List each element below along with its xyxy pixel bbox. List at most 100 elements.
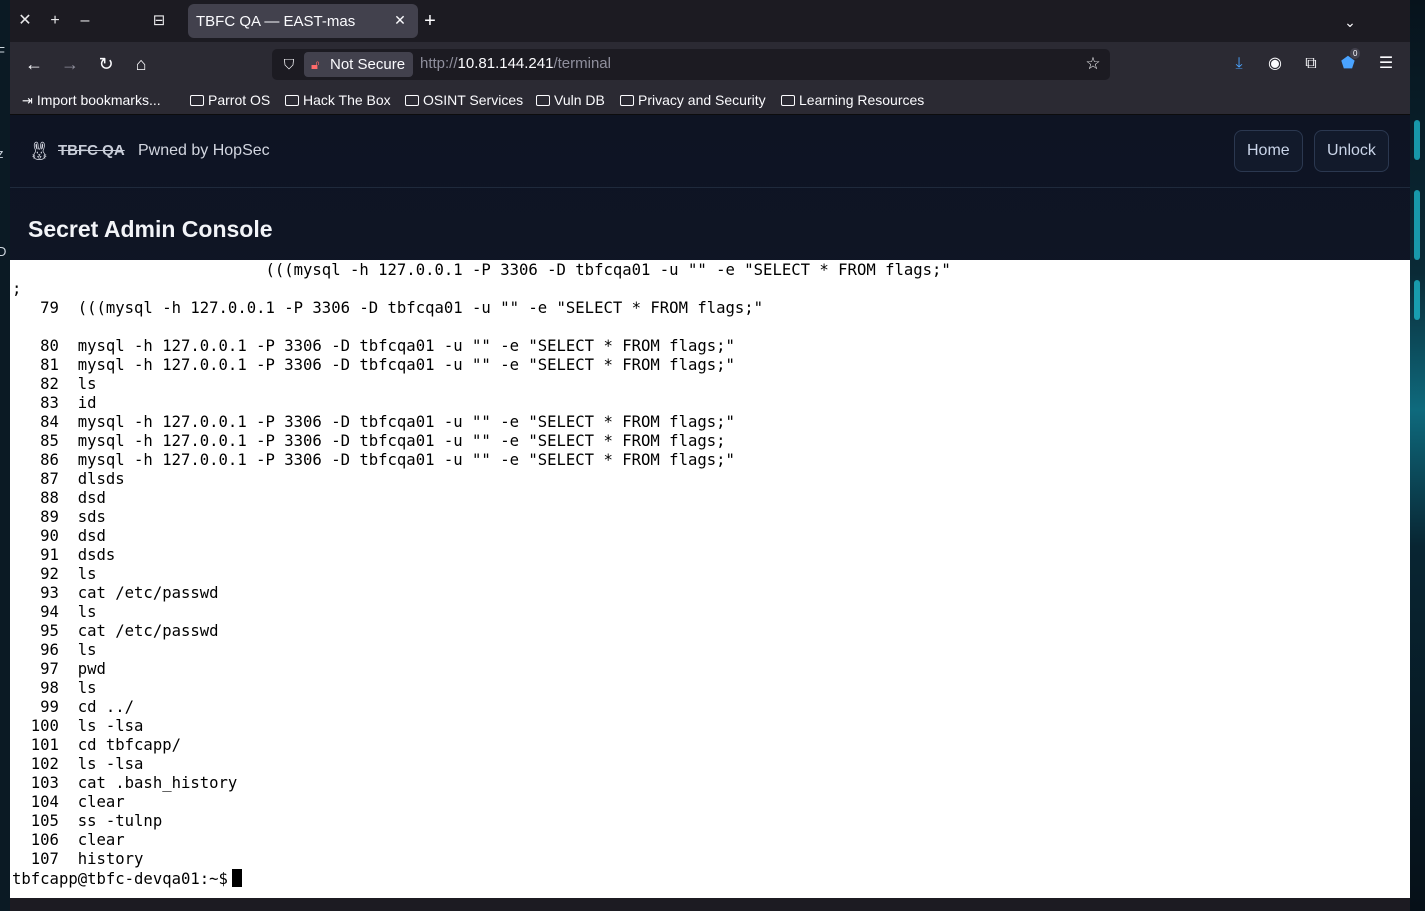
- terminal-line: 101 cd tbfcapp/: [12, 736, 181, 754]
- desktop-edge-right: [1410, 0, 1425, 911]
- bookmark-import[interactable]: ⇥ Import bookmarks...: [22, 91, 161, 110]
- navigation-toolbar: ← → ↻ ⌂ ⛉ 🔓︎ Not Secure http://10.81.144…: [10, 42, 1410, 86]
- bookmark-label: OSINT Services: [423, 92, 524, 108]
- bunny-logo-icon: 🐰︎: [28, 141, 51, 161]
- url-path: /terminal: [553, 55, 611, 72]
- bookmark-osint-services[interactable]: OSINT Services: [405, 91, 523, 109]
- brand-name: TBFC QA: [58, 142, 125, 159]
- tracking-shield-icon[interactable]: ⛉: [280, 55, 298, 73]
- terminal-line: 93 cat /etc/passwd: [12, 584, 219, 602]
- terminal-line: 100 ls -lsa: [12, 717, 144, 735]
- terminal-prompt: tbfcapp@tbfc-devqa01:~$: [12, 870, 228, 888]
- bookmark-label: Parrot OS: [208, 92, 271, 108]
- terminal-line: 102 ls -lsa: [12, 755, 144, 773]
- minimize-window-icon[interactable]: –: [74, 10, 96, 32]
- reload-icon[interactable]: ↻: [92, 50, 120, 78]
- terminal-line: 98 ls: [12, 679, 97, 697]
- terminal-line: 90 dsd: [12, 527, 106, 545]
- bookmark-star-icon[interactable]: ☆: [1082, 53, 1104, 75]
- terminal-line: 79 (((mysql -h 127.0.0.1 -P 3306 -D tbfc…: [12, 299, 764, 317]
- terminal-line: 107 history: [12, 850, 144, 868]
- not-secure-indicator[interactable]: 🔓︎ Not Secure: [304, 52, 414, 77]
- terminal-line: 83 id: [12, 394, 97, 412]
- tab-title: TBFC QA — EAST-mas: [196, 13, 356, 30]
- extension-icon[interactable]: ⬟ 0: [1334, 48, 1362, 78]
- terminal-line: 103 cat .bash_history: [12, 774, 238, 792]
- browser-window: ✕ + – ⊟ TBFC QA — EAST-mas ✕ + ⌄ ← → ↻ ⌂…: [10, 0, 1410, 911]
- back-icon[interactable]: ←: [20, 50, 48, 78]
- folder-icon: [405, 95, 419, 106]
- not-secure-label: Not Secure: [330, 56, 406, 73]
- terminal-line: 85 mysql -h 127.0.0.1 -P 3306 -D tbfcqa0…: [12, 432, 726, 450]
- bookmark-label: Privacy and Security: [638, 92, 766, 108]
- folder-icon: [190, 95, 204, 106]
- chevron-down-icon[interactable]: ⌄: [1338, 10, 1362, 34]
- terminal-line: 87 dlsds: [12, 470, 125, 488]
- terminal-line: 104 clear: [12, 793, 125, 811]
- terminal-line: 97 pwd: [12, 660, 106, 678]
- web-page: 🐰︎ TBFC QA Pwned by HopSec Home Unlock S…: [10, 115, 1410, 898]
- insecure-lock-icon: 🔓︎: [311, 57, 320, 72]
- folder-icon: [285, 95, 299, 106]
- terminal-line: 88 dsd: [12, 489, 106, 507]
- extensions-icon[interactable]: ⧉: [1297, 50, 1325, 78]
- bookmark-learning-resources[interactable]: Learning Resources: [781, 91, 924, 109]
- folder-icon: [536, 95, 550, 106]
- import-icon: ⇥: [22, 93, 33, 108]
- desktop-glyph: z: [0, 146, 4, 161]
- bookmark-label: Vuln DB: [554, 92, 605, 108]
- desktop-edge-left: F z D: [0, 0, 10, 911]
- home-button[interactable]: Home: [1234, 130, 1303, 172]
- bookmark-label: Learning Resources: [799, 92, 925, 108]
- terminal-line: 94 ls: [12, 603, 97, 621]
- terminal-line: 80 mysql -h 127.0.0.1 -P 3306 -D tbfcqa0…: [12, 337, 735, 355]
- extension-badge: 0: [1350, 48, 1361, 59]
- terminal-line: 84 mysql -h 127.0.0.1 -P 3306 -D tbfcqa0…: [12, 413, 735, 431]
- terminal-line: 86 mysql -h 127.0.0.1 -P 3306 -D tbfcqa0…: [12, 451, 735, 469]
- tab-close-icon[interactable]: ✕: [390, 10, 410, 30]
- terminal-prompt-line[interactable]: tbfcapp@tbfc-devqa01:~$: [12, 869, 242, 888]
- home-icon[interactable]: ⌂: [127, 50, 155, 78]
- unlock-button[interactable]: Unlock: [1314, 130, 1389, 172]
- bookmark-privacy-security[interactable]: Privacy and Security: [620, 91, 766, 109]
- terminal-panel[interactable]: (((mysql -h 127.0.0.1 -P 3306 -D tbfcqa0…: [10, 260, 1410, 898]
- address-bar[interactable]: ⛉ 🔓︎ Not Secure http://10.81.144.241/ter…: [272, 49, 1110, 80]
- bookmarks-toolbar: ⇥ Import bookmarks... Parrot OS Hack The …: [10, 86, 1410, 115]
- desktop-glyph: F: [0, 44, 5, 59]
- terminal-line: 99 cd ../: [12, 698, 135, 716]
- brand-tagline: Pwned by HopSec: [138, 142, 270, 159]
- terminal-line: 95 cat /etc/passwd: [12, 622, 219, 640]
- folder-icon: [781, 95, 795, 106]
- bookmark-hack-the-box[interactable]: Hack The Box: [285, 91, 391, 109]
- terminal-line: 96 ls: [12, 641, 97, 659]
- tab-overview-icon[interactable]: ⊟: [148, 10, 170, 32]
- account-icon[interactable]: ◉: [1261, 50, 1289, 78]
- bookmark-label: Import bookmarks...: [36, 92, 161, 108]
- terminal-line: 105 ss -tulnp: [12, 812, 163, 830]
- menu-icon[interactable]: ☰: [1372, 50, 1400, 78]
- terminal-line: 91 dsds: [12, 546, 116, 564]
- active-tab[interactable]: TBFC QA — EAST-mas ✕: [188, 4, 418, 38]
- downloads-icon[interactable]: ⤓: [1225, 50, 1253, 78]
- terminal-cursor: [231, 869, 242, 887]
- terminal-line: ;: [12, 280, 22, 298]
- page-title: Secret Admin Console: [28, 216, 273, 242]
- terminal-line: 81 mysql -h 127.0.0.1 -P 3306 -D tbfcqa0…: [12, 356, 735, 374]
- close-window-icon[interactable]: ✕: [14, 10, 36, 32]
- site-header: 🐰︎ TBFC QA Pwned by HopSec Home Unlock: [10, 115, 1410, 188]
- bookmark-vuln-db[interactable]: Vuln DB: [536, 91, 605, 109]
- url-host: 10.81.144.241: [457, 55, 554, 72]
- forward-icon[interactable]: →: [56, 50, 84, 78]
- new-tab-icon[interactable]: +: [418, 10, 442, 34]
- terminal-line: 82 ls: [12, 375, 97, 393]
- desktop-glyph: D: [0, 244, 7, 259]
- terminal-line: 89 sds: [12, 508, 106, 526]
- url-input[interactable]: http://10.81.144.241/terminal: [420, 55, 611, 72]
- url-scheme: http://: [420, 55, 458, 72]
- terminal-line: (((mysql -h 127.0.0.1 -P 3306 -D tbfcqa0…: [12, 261, 951, 279]
- bookmark-parrot-os[interactable]: Parrot OS: [190, 91, 270, 109]
- maximize-window-icon[interactable]: +: [44, 10, 66, 32]
- folder-icon: [620, 95, 634, 106]
- window-bottom-edge: [10, 898, 1410, 911]
- bookmark-label: Hack The Box: [303, 92, 391, 108]
